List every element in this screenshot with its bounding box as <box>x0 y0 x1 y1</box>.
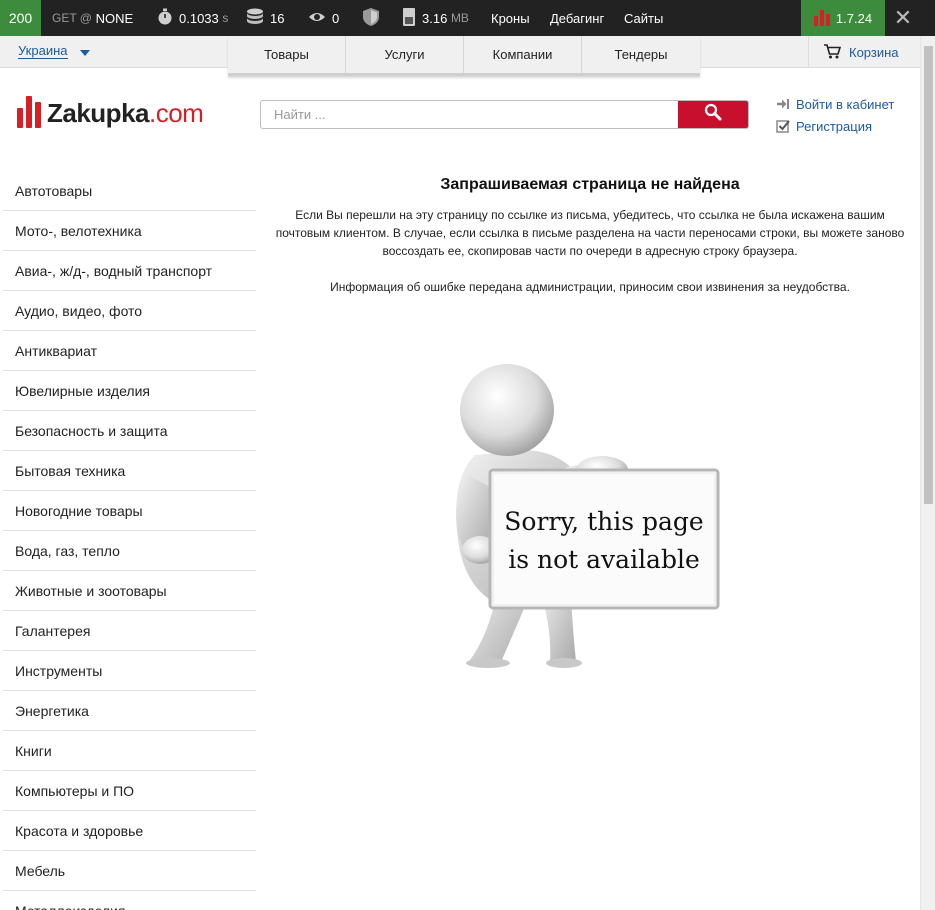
database-icon <box>246 8 264 29</box>
error-message: Запрашиваемая страница не найдена Если В… <box>270 174 910 296</box>
tab-services[interactable]: Услуги <box>346 36 464 73</box>
category-item[interactable]: Металлоизделия <box>3 891 256 910</box>
category-item[interactable]: Антиквариат <box>3 331 256 371</box>
calls-count: 0 <box>332 10 340 26</box>
cart-icon <box>823 43 842 62</box>
category-item[interactable]: Красота и здоровье <box>3 811 256 851</box>
sign-line-2: is not available <box>508 545 700 574</box>
stopwatch-icon <box>157 8 173 29</box>
search-box <box>260 100 749 129</box>
error-explanation: Если Вы перешли на эту страницу по ссылк… <box>275 208 905 258</box>
category-item[interactable]: Книги <box>3 731 256 771</box>
eye-icon <box>308 10 326 27</box>
search-input[interactable] <box>261 101 681 128</box>
crons-link[interactable]: Кроны <box>491 0 530 36</box>
cart-link[interactable]: Корзина <box>808 36 920 68</box>
site-logo[interactable]: Zakupka .com <box>17 96 204 128</box>
query-count: 16 <box>270 10 285 26</box>
category-item[interactable]: Мото-, велотехника <box>3 211 256 251</box>
category-item[interactable]: Автотовары <box>3 171 256 211</box>
tab-companies[interactable]: Компании <box>464 36 582 73</box>
main-tabs: Товары Услуги Компании Тендеры <box>228 36 700 76</box>
category-item[interactable]: Новогодние товары <box>3 491 256 531</box>
category-sidebar: Автотовары Мото-, велотехника Авиа-, ж/д… <box>3 171 256 910</box>
logo-bars-icon <box>17 96 41 128</box>
search-button[interactable] <box>678 101 748 128</box>
login-link[interactable]: Войти в кабинет <box>776 93 894 115</box>
category-item[interactable]: Вода, газ, тепло <box>3 531 256 571</box>
version-badge[interactable]: 1.7.24 <box>801 0 885 36</box>
request-target: NONE <box>95 10 134 26</box>
status-code-badge[interactable]: 200 <box>0 0 41 36</box>
memory-unit: MB <box>450 11 469 25</box>
tab-goods[interactable]: Товары <box>228 36 346 73</box>
category-item[interactable]: Бытовая техника <box>3 451 256 491</box>
tab-tenders[interactable]: Тендеры <box>582 36 700 73</box>
cart-label: Корзина <box>849 44 899 60</box>
close-icon[interactable]: ✕ <box>885 0 921 36</box>
sites-link[interactable]: Сайты <box>624 0 663 36</box>
category-item[interactable]: Ювелирные изделия <box>3 371 256 411</box>
error-apology: Информация об ошибке передана администра… <box>330 280 850 294</box>
version-number: 1.7.24 <box>835 10 873 26</box>
category-item[interactable]: Животные и зоотовары <box>3 571 256 611</box>
shield-icon <box>362 7 380 30</box>
category-item[interactable]: Мебель <box>3 851 256 891</box>
region-selector[interactable]: Украина <box>18 44 68 59</box>
security-panel[interactable] <box>362 0 386 36</box>
login-arrow-icon <box>776 97 790 111</box>
category-item[interactable]: Инструменты <box>3 651 256 691</box>
register-label: Регистрация <box>796 118 872 134</box>
auth-links: Войти в кабинет Регистрация <box>776 93 894 137</box>
category-item[interactable]: Безопасность и защита <box>3 411 256 451</box>
time-panel[interactable]: 0.1033 s <box>157 0 228 36</box>
logo-bars-icon <box>813 10 830 26</box>
category-item[interactable]: Аудио, видео, фото <box>3 291 256 331</box>
debug-toolbar: 200 GET @ NONE 0.1033 s 16 0 3.16 MB Кро… <box>0 0 935 36</box>
checkbox-icon <box>776 119 790 133</box>
memory-value: 3.16 <box>422 10 448 26</box>
not-found-illustration: Sorry, this page is not available <box>440 360 730 670</box>
calls-panel[interactable]: 0 <box>308 0 339 36</box>
scrollbar-thumb[interactable] <box>924 46 933 504</box>
category-item[interactable]: Энергетика <box>3 691 256 731</box>
memory-icon <box>402 7 416 30</box>
chevron-down-icon[interactable] <box>80 50 90 56</box>
category-item[interactable]: Галантерея <box>3 611 256 651</box>
time-unit: s <box>222 11 229 25</box>
page-scrollbar[interactable] <box>920 36 935 910</box>
database-panel[interactable]: 16 <box>246 0 284 36</box>
logo-domain: .com <box>149 98 204 128</box>
page-title: Запрашиваемая страница не найдена <box>440 176 740 193</box>
debugging-link[interactable]: Дебагинг <box>550 0 604 36</box>
login-label: Войти в кабинет <box>796 96 895 112</box>
sign-line-1: Sorry, this page <box>504 507 703 536</box>
memory-panel[interactable]: 3.16 MB <box>402 0 469 36</box>
category-item[interactable]: Авиа-, ж/д-, водный транспорт <box>3 251 256 291</box>
category-item[interactable]: Компьютеры и ПО <box>3 771 256 811</box>
search-icon <box>704 103 722 126</box>
time-value: 0.1033 <box>179 10 219 26</box>
request-method: GET @ <box>52 11 92 25</box>
register-link[interactable]: Регистрация <box>776 115 894 137</box>
logo-word: Zakupka <box>47 98 150 128</box>
request-info[interactable]: GET @ NONE <box>52 0 133 36</box>
